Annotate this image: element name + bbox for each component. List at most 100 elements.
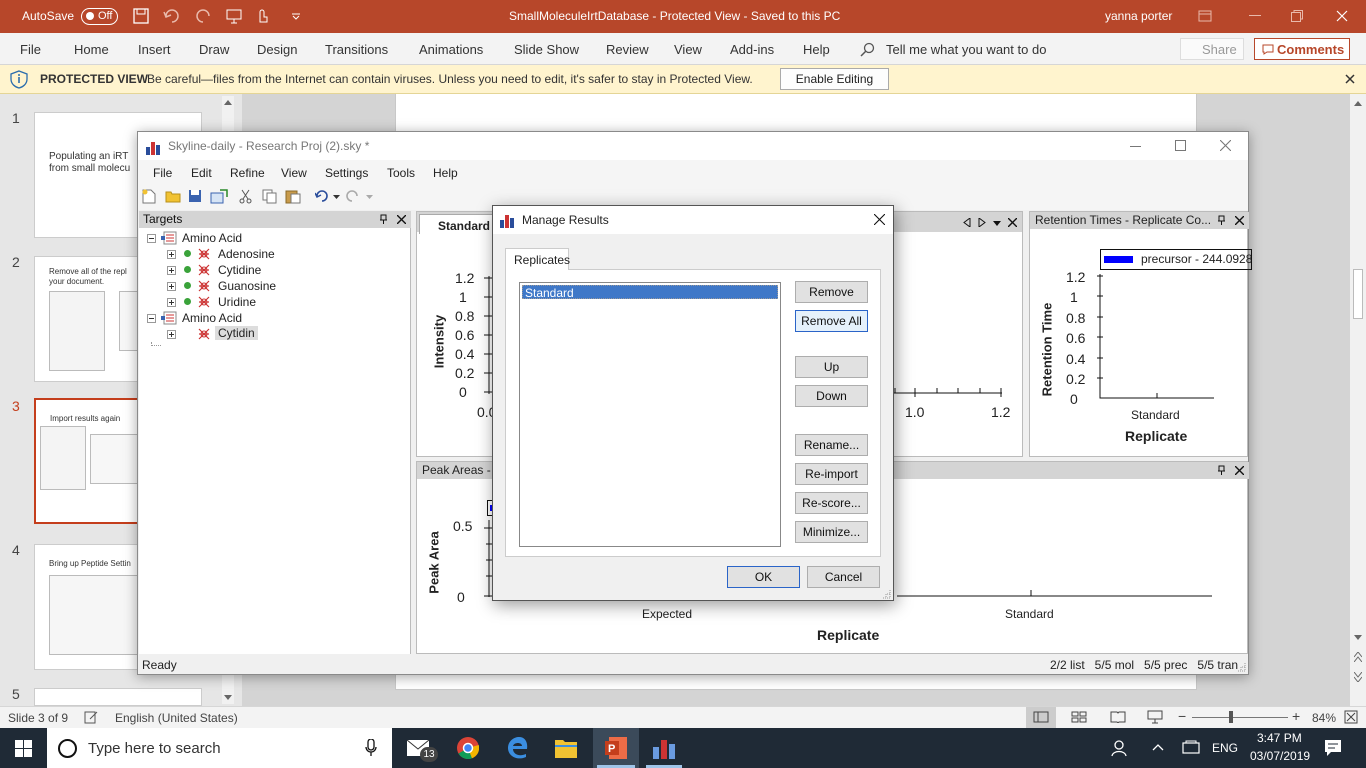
clock-time[interactable]: 3:47 PM	[1257, 731, 1302, 745]
close-bar-icon[interactable]	[1345, 74, 1355, 84]
taskbar-skyline[interactable]	[642, 728, 686, 768]
tree-node-molecule[interactable]: Cytidin	[139, 326, 409, 342]
zoom-slider[interactable]	[1192, 717, 1288, 718]
reading-view-icon[interactable]	[1110, 711, 1126, 723]
zoom-in-icon[interactable]: +	[1292, 708, 1300, 724]
autosave-toggle[interactable]: Off	[81, 8, 118, 25]
expand-icon[interactable]	[167, 298, 176, 307]
remove-all-button[interactable]: Remove All	[795, 310, 868, 332]
action-center-icon[interactable]	[1324, 739, 1342, 757]
undo-icon[interactable]	[163, 8, 191, 24]
cut-icon[interactable]	[239, 189, 252, 204]
next-slide-icon[interactable]	[1354, 672, 1362, 682]
tab-file[interactable]: File	[20, 42, 41, 57]
resize-grip-icon[interactable]	[881, 589, 891, 599]
expand-icon[interactable]	[167, 266, 176, 275]
close-icon[interactable]	[874, 214, 885, 225]
scroll-down-icon[interactable]	[1354, 635, 1362, 641]
redo-icon[interactable]	[345, 190, 359, 202]
tree-node-molecule[interactable]: Cytidine	[139, 262, 409, 278]
zoom-slider-thumb[interactable]	[1229, 711, 1233, 723]
copy-icon[interactable]	[262, 189, 277, 204]
close-icon[interactable]	[1336, 10, 1348, 22]
undo-dropdown-icon[interactable]	[333, 195, 340, 199]
open-folder-icon[interactable]	[165, 190, 181, 203]
tab-replicates[interactable]: Replicates	[505, 248, 570, 270]
scroll-down-icon[interactable]	[224, 695, 232, 701]
tab-design[interactable]: Design	[257, 42, 297, 57]
redo-dropdown-icon[interactable]	[366, 195, 373, 199]
tell-me-search[interactable]: Tell me what you want to do	[886, 42, 1046, 57]
clock-date[interactable]: 03/07/2019	[1250, 749, 1310, 763]
close-pane-icon[interactable]	[397, 215, 406, 224]
input-language[interactable]: ENG	[1212, 741, 1238, 755]
menu-refine[interactable]: Refine	[230, 166, 265, 180]
user-name[interactable]: yanna porter	[1105, 9, 1172, 23]
notes-edit-icon[interactable]	[84, 710, 98, 724]
slide-sorter-icon[interactable]	[1071, 711, 1087, 723]
pin-icon[interactable]	[1217, 215, 1226, 225]
collapse-icon[interactable]	[147, 234, 156, 243]
restore-icon[interactable]	[1291, 10, 1303, 22]
enable-editing-button[interactable]: Enable Editing	[780, 68, 889, 90]
save-icon[interactable]	[133, 8, 149, 24]
paste-icon[interactable]	[285, 188, 301, 204]
tab-home[interactable]: Home	[74, 42, 109, 57]
close-icon[interactable]	[1220, 140, 1231, 151]
tab-slide-show[interactable]: Slide Show	[514, 42, 579, 57]
taskbar-powerpoint[interactable]: P	[593, 728, 639, 768]
view-normal-button[interactable]	[1026, 707, 1056, 728]
chrome-icon[interactable]	[457, 737, 479, 759]
tab-view[interactable]: View	[674, 42, 702, 57]
previous-tab-icon[interactable]	[963, 218, 971, 227]
touch-mode-icon[interactable]	[254, 8, 276, 24]
comments-button[interactable]: Comments	[1254, 38, 1350, 60]
language-status[interactable]: English (United States)	[115, 711, 238, 725]
minimize-icon[interactable]	[1249, 15, 1261, 17]
show-hidden-icons[interactable]	[1152, 743, 1164, 751]
editor-scrollbar[interactable]	[1350, 94, 1366, 706]
network-icon[interactable]	[1182, 740, 1200, 756]
reimport-button[interactable]: Re-import	[795, 463, 868, 485]
file-explorer-icon[interactable]	[555, 738, 577, 758]
scroll-up-icon[interactable]	[224, 99, 232, 105]
close-pane-icon[interactable]	[1235, 216, 1244, 225]
tree-node-molecule-list[interactable]: Amino Acid	[139, 230, 409, 246]
taskbar-mail[interactable]: 13	[402, 734, 438, 762]
new-document-icon[interactable]	[142, 189, 156, 204]
next-tab-icon[interactable]	[978, 218, 986, 227]
minimize-button[interactable]: Minimize...	[795, 521, 868, 543]
resize-grip-icon[interactable]	[1236, 662, 1246, 672]
slideshow-view-icon[interactable]	[1147, 710, 1163, 724]
ok-button[interactable]: OK	[727, 566, 800, 588]
taskbar-search-box[interactable]: Type here to search	[47, 728, 392, 768]
zoom-level[interactable]: 84%	[1312, 711, 1336, 725]
targets-tree[interactable]: Amino Acid Adenosine Cytidine Guanosine …	[139, 228, 411, 654]
pin-icon[interactable]	[1217, 465, 1226, 475]
redo-icon[interactable]	[196, 8, 212, 24]
tab-animations[interactable]: Animations	[419, 42, 483, 57]
cancel-button[interactable]: Cancel	[807, 566, 880, 588]
tree-node-molecule[interactable]: Uridine	[139, 294, 409, 310]
share-button[interactable]: Share	[1180, 38, 1244, 60]
menu-tools[interactable]: Tools	[387, 166, 415, 180]
edge-icon[interactable]	[507, 737, 529, 759]
rescore-button[interactable]: Re-score...	[795, 492, 868, 514]
expand-icon[interactable]	[167, 250, 176, 259]
close-pane-icon[interactable]	[1235, 466, 1244, 475]
present-icon[interactable]	[226, 8, 242, 24]
scroll-thumb[interactable]	[1353, 269, 1363, 319]
replicates-listbox[interactable]: Standard	[519, 282, 781, 547]
tree-node-molecule[interactable]: Adenosine	[139, 246, 409, 262]
zoom-out-icon[interactable]: −	[1178, 708, 1186, 724]
tab-standard[interactable]: Standard	[419, 214, 495, 234]
menu-edit[interactable]: Edit	[191, 166, 212, 180]
people-icon[interactable]	[1111, 739, 1129, 757]
pin-icon[interactable]	[379, 214, 388, 224]
undo-icon[interactable]	[315, 190, 329, 202]
microphone-icon[interactable]	[365, 739, 377, 757]
scroll-up-icon[interactable]	[1354, 100, 1362, 106]
tab-transitions[interactable]: Transitions	[325, 42, 388, 57]
tab-insert[interactable]: Insert	[138, 42, 171, 57]
menu-view[interactable]: View	[281, 166, 307, 180]
